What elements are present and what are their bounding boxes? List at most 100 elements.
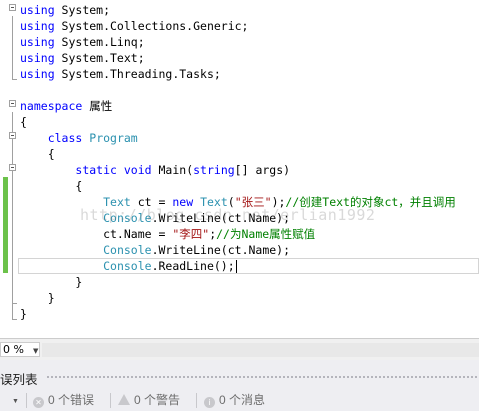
- code-text: {: [20, 178, 82, 194]
- dropdown-arrow-icon[interactable]: ▼: [12, 398, 19, 405]
- code-line[interactable]: {: [0, 178, 479, 194]
- code-text: class Program: [20, 130, 138, 146]
- code-line[interactable]: Console.WriteLine(ct.Name);: [0, 242, 479, 258]
- code-text: {: [20, 146, 55, 162]
- change-indicator: [3, 177, 8, 273]
- code-token: {: [20, 179, 83, 193]
- toolbar-separator: [196, 393, 197, 408]
- toolbar-separator: [110, 393, 111, 408]
- code-token: void: [123, 163, 152, 177]
- warnings-count: 0 个警告: [134, 393, 181, 407]
- code-token: ct.Name =: [20, 227, 173, 241]
- info-icon: i: [204, 397, 215, 408]
- code-token: class: [47, 131, 83, 145]
- code-line[interactable]: using System.Text;: [0, 50, 479, 66]
- code-text: }: [20, 274, 82, 290]
- error-list-panel: 误列表 ▼ ✕ 0 个错误 0 个警告 i 0 个消息: [0, 360, 479, 411]
- code-token: System.Collections.Generic;: [54, 19, 249, 33]
- outline-guide-usings: [12, 16, 13, 80]
- code-token: System.Linq;: [54, 35, 145, 49]
- code-token: System.Threading.Tasks;: [54, 67, 221, 81]
- messages-filter-button[interactable]: i 0 个消息: [204, 392, 265, 409]
- code-text: }: [20, 306, 27, 322]
- current-line-highlight: [18, 258, 479, 274]
- code-token: System.Text;: [54, 51, 145, 65]
- outline-tick: [12, 319, 17, 320]
- code-line[interactable]: ct.Name = "李四";//为Name属性赋值: [0, 226, 479, 242]
- error-list-toolbar: ▼ ✕ 0 个错误 0 个警告 i 0 个消息: [0, 390, 479, 411]
- code-line[interactable]: }: [0, 290, 479, 306]
- code-token: string: [193, 163, 235, 177]
- code-line[interactable]: {: [0, 146, 479, 162]
- error-icon: ✕: [33, 397, 44, 408]
- code-text: using System.Threading.Tasks;: [20, 66, 221, 82]
- errors-count: 0 个错误: [48, 393, 95, 407]
- watermark: http://blog.csdn.net/erlian1992: [80, 206, 376, 224]
- code-text: Console.WriteLine(ct.Name);: [20, 242, 290, 258]
- code-text: using System.Text;: [20, 50, 145, 66]
- code-token: }: [20, 291, 55, 305]
- code-token: using: [20, 3, 55, 17]
- code-token: "李四": [172, 227, 210, 241]
- code-line[interactable]: namespace 属性: [0, 98, 479, 114]
- code-token: using: [20, 35, 55, 49]
- code-text: static void Main(string[] args): [20, 162, 290, 178]
- code-token: using: [20, 51, 55, 65]
- warnings-filter-button[interactable]: 0 个警告: [118, 392, 180, 409]
- code-text: using System.Linq;: [20, 34, 145, 50]
- panel-grip[interactable]: [46, 375, 479, 380]
- code-line[interactable]: using System.Linq;: [0, 34, 479, 50]
- code-line[interactable]: using System.Threading.Tasks;: [0, 66, 479, 82]
- code-token: System;: [54, 3, 111, 17]
- code-token: }: [20, 275, 83, 289]
- code-line[interactable]: class Program: [0, 130, 479, 146]
- warning-icon: [118, 394, 130, 405]
- code-token: {: [20, 115, 27, 129]
- code-line[interactable]: }: [0, 274, 479, 290]
- errors-filter-button[interactable]: ✕ 0 个错误: [33, 392, 94, 409]
- collapse-icon[interactable]: [9, 4, 16, 11]
- code-token: {: [20, 147, 55, 161]
- code-token: //为Name属性赋值: [216, 227, 316, 241]
- code-line[interactable]: using System;: [0, 2, 479, 18]
- collapse-icon[interactable]: [9, 164, 16, 171]
- code-line[interactable]: {: [0, 114, 479, 130]
- outline-tick: [12, 303, 17, 304]
- panel-title: 误列表: [0, 373, 38, 387]
- horizontal-scrollbar[interactable]: [42, 343, 479, 357]
- code-editor[interactable]: using System; using System.Collections.Ge…: [0, 0, 479, 338]
- dropdown-arrow-icon: ▼: [33, 347, 39, 355]
- zoom-value: 0 %: [3, 343, 24, 356]
- code-line[interactable]: using System.Collections.Generic;: [0, 18, 479, 34]
- code-token: namespace: [20, 99, 83, 113]
- code-token: Main(: [151, 163, 194, 177]
- code-token: }: [20, 307, 27, 321]
- code-text: {: [20, 114, 27, 130]
- toolbar-separator: [26, 393, 27, 408]
- code-text: using System;: [20, 2, 110, 18]
- code-token: Program: [89, 131, 138, 145]
- zoom-dropdown[interactable]: 0 % ▼: [0, 342, 40, 357]
- messages-count: 0 个消息: [219, 393, 266, 407]
- code-token: 属性: [82, 99, 113, 113]
- code-line[interactable]: [0, 82, 479, 98]
- code-token: .WriteLine(ct.Name);: [151, 243, 291, 257]
- code-line[interactable]: static void Main(string[] args): [0, 162, 479, 178]
- outline-tick: [12, 79, 17, 80]
- code-token: using: [20, 19, 55, 33]
- collapse-icon[interactable]: [9, 100, 16, 107]
- code-token: static: [75, 163, 117, 177]
- code-text: namespace 属性: [20, 98, 112, 114]
- code-token: Console: [103, 243, 152, 257]
- code-text: ct.Name = "李四";//为Name属性赋值: [20, 226, 315, 242]
- code-line[interactable]: }: [0, 306, 479, 322]
- code-token: using: [20, 67, 55, 81]
- code-token: [] args): [234, 163, 291, 177]
- code-text: }: [20, 290, 55, 306]
- collapse-icon[interactable]: [9, 132, 16, 139]
- code-text: using System.Collections.Generic;: [20, 18, 249, 34]
